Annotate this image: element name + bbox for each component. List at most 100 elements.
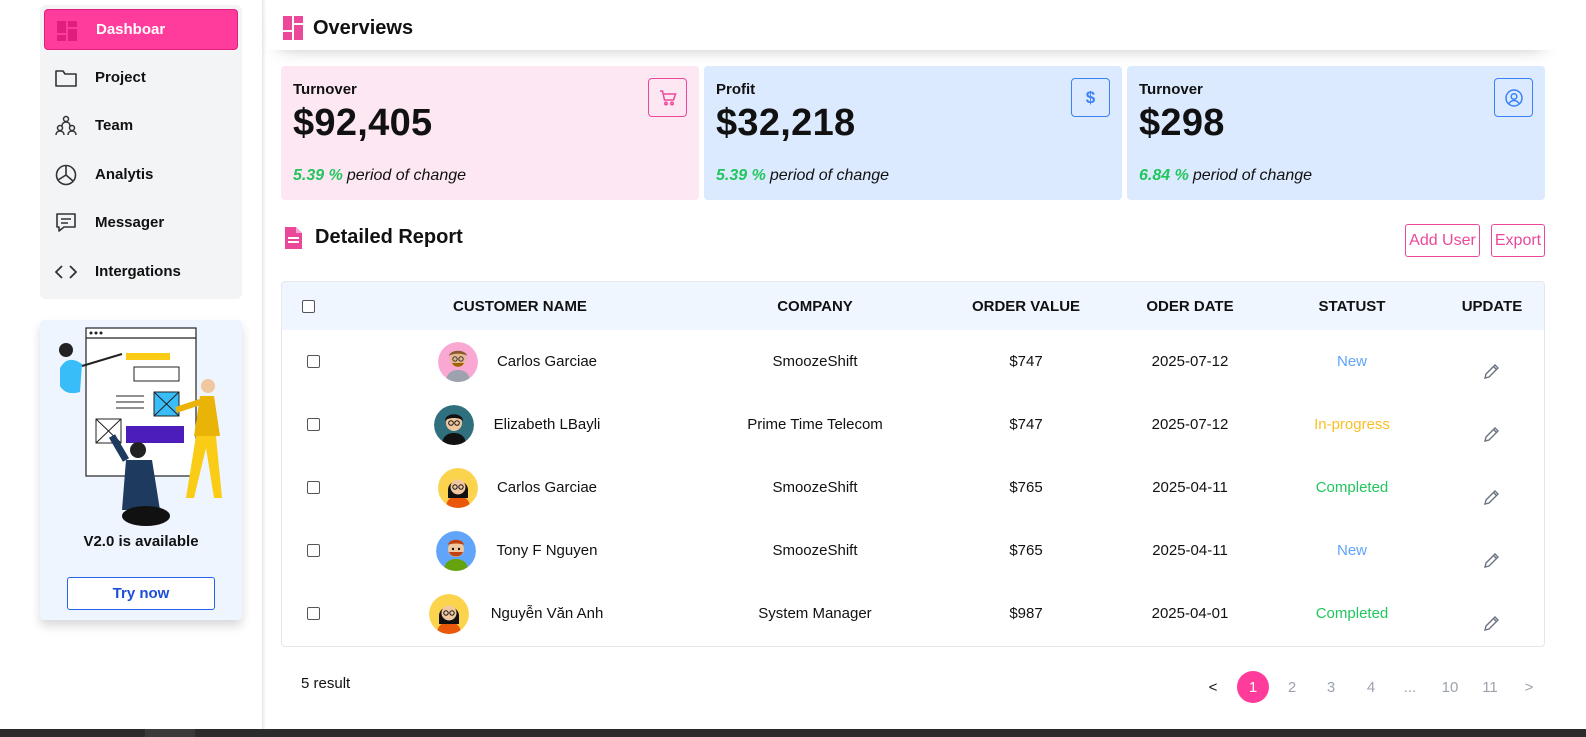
pagination-page-3[interactable]: 3 xyxy=(1321,671,1341,703)
pagination-page-10[interactable]: 10 xyxy=(1438,671,1462,703)
order-value: $765 xyxy=(1009,479,1043,496)
avatar xyxy=(438,330,478,393)
report-title: Detailed Report xyxy=(315,226,463,248)
sidebar-item-team[interactable]: Team xyxy=(44,105,238,146)
add-user-button[interactable]: Add User xyxy=(1405,224,1480,257)
document-icon xyxy=(285,226,302,249)
order-value: $747 xyxy=(1009,416,1043,433)
overview-header: Overviews xyxy=(283,16,413,40)
upgrade-promo: V2.0 is available Try now xyxy=(40,320,242,620)
sidebar-item-project[interactable]: Project xyxy=(44,57,238,98)
dollar-icon[interactable]: $ xyxy=(1071,78,1110,117)
pencil-icon xyxy=(1484,615,1499,631)
table-row: Elizabeth LBayli Prime Time Telecom $747… xyxy=(282,393,1544,456)
avatar xyxy=(436,519,476,582)
overview-title: Overviews xyxy=(313,16,414,39)
order-date: 2025-04-11 xyxy=(1152,542,1228,559)
try-now-button[interactable]: Try now xyxy=(67,577,215,610)
col-order-value[interactable]: ORDER VALUE xyxy=(946,282,1106,330)
user-circle-icon[interactable] xyxy=(1494,78,1533,117)
pagination-next[interactable]: > xyxy=(1519,671,1539,703)
customer-name: Elizabeth LBayli xyxy=(493,416,601,433)
folder-icon xyxy=(54,66,78,90)
edit-button[interactable] xyxy=(1442,519,1542,582)
stat-label: Profit xyxy=(716,81,756,98)
pencil-icon xyxy=(1484,489,1499,505)
col-order-date[interactable]: ODER DATE xyxy=(1120,282,1260,330)
status-badge: In-progress xyxy=(1314,416,1390,433)
pagination-page-11[interactable]: 11 xyxy=(1478,671,1502,703)
edit-button[interactable] xyxy=(1442,582,1542,645)
stat-change-pct: 5.39 % xyxy=(716,167,766,184)
sidebar-item-label: Team xyxy=(95,117,134,134)
result-count: 5 result xyxy=(301,675,351,692)
row-checkbox[interactable] xyxy=(306,544,320,557)
row-checkbox-cell xyxy=(306,456,320,519)
table-header: CUSTOMER NAME COMPANY ORDER VALUE ODER D… xyxy=(282,282,1544,330)
row-checkbox[interactable] xyxy=(306,607,320,620)
sidebar-item-integrations[interactable]: Intergations xyxy=(44,251,238,292)
stat-change-pct: 5.39 % xyxy=(293,167,343,184)
avatar xyxy=(438,456,478,519)
company: Prime Time Telecom xyxy=(747,416,883,433)
stat-change: 5.39 % period of change xyxy=(293,167,466,185)
customer-name: Carlos Garciae xyxy=(496,353,598,370)
cart-icon[interactable] xyxy=(648,78,687,117)
stat-card-profit: Profit $32,218 5.39 % period of change $ xyxy=(704,66,1122,200)
pie-chart-icon xyxy=(54,163,78,187)
sidebar-item-label: Project xyxy=(95,69,146,86)
header-bar xyxy=(266,0,1556,50)
edit-button[interactable] xyxy=(1442,456,1542,519)
stat-card-turnover-2: Turnover $298 6.84 % period of change xyxy=(1127,66,1545,200)
customer-name: Carlos Garciae xyxy=(496,479,598,496)
pagination-page-4[interactable]: 4 xyxy=(1361,671,1381,703)
company: SmoozeShift xyxy=(772,353,858,370)
promo-illustration xyxy=(59,327,222,526)
sidebar-nav: Dashboar Project Team Analytis Messager xyxy=(40,5,242,299)
row-checkbox-cell xyxy=(306,393,320,456)
taskbar-strip xyxy=(0,729,1586,737)
customer-name: Nguyễn Văn Anh xyxy=(490,605,604,622)
pagination-page-1[interactable]: 1 xyxy=(1237,671,1269,703)
team-icon xyxy=(54,114,78,138)
stat-change-text: period of change xyxy=(1192,167,1313,184)
report-header: Detailed Report xyxy=(285,226,463,249)
row-checkbox-cell xyxy=(306,582,320,645)
col-company[interactable]: COMPANY xyxy=(715,282,915,330)
stat-value: $92,405 xyxy=(293,102,433,144)
pagination-ellipsis: ... xyxy=(1403,678,1417,696)
edit-button[interactable] xyxy=(1442,330,1542,393)
pagination-prev[interactable]: < xyxy=(1203,671,1223,703)
col-status[interactable]: STATUST xyxy=(1292,282,1412,330)
stat-label: Turnover xyxy=(293,81,357,98)
pagination-page-2[interactable]: 2 xyxy=(1282,671,1302,703)
order-date: 2025-04-11 xyxy=(1152,479,1228,496)
select-all-checkbox[interactable] xyxy=(302,299,315,313)
sidebar-item-analytics[interactable]: Analytis xyxy=(44,154,238,195)
table-row: Tony F Nguyen SmoozeShift $765 2025-04-1… xyxy=(282,519,1544,582)
row-checkbox[interactable] xyxy=(306,355,320,368)
message-icon xyxy=(54,211,78,235)
sidebar-item-dashboard[interactable]: Dashboar xyxy=(44,9,238,50)
status-badge: Completed xyxy=(1315,605,1389,622)
export-button[interactable]: Export xyxy=(1491,224,1545,257)
col-customer-name[interactable]: CUSTOMER NAME xyxy=(420,282,620,330)
stat-change: 5.39 % period of change xyxy=(716,167,889,185)
sidebar-item-label: Analytis xyxy=(95,166,154,183)
table-row: Carlos Garciae SmoozeShift $765 2025-04-… xyxy=(282,456,1544,519)
scrollbar[interactable] xyxy=(1556,0,1586,737)
avatar xyxy=(434,393,474,456)
stat-change-pct: 6.84 % xyxy=(1139,167,1189,184)
row-checkbox[interactable] xyxy=(306,481,320,494)
main-content: Overviews Turnover $92,405 5.39 % period … xyxy=(266,0,1556,737)
table-row: Nguyễn Văn Anh System Manager $987 2025-… xyxy=(282,582,1544,645)
stat-value: $298 xyxy=(1139,102,1225,144)
order-date: 2025-07-12 xyxy=(1151,353,1229,370)
sidebar-item-messager[interactable]: Messager xyxy=(44,202,238,243)
status-badge: New xyxy=(1336,353,1367,370)
edit-button[interactable] xyxy=(1442,393,1542,456)
sidebar: Dashboar Project Team Analytis Messager xyxy=(0,0,262,737)
row-checkbox[interactable] xyxy=(306,418,320,431)
promo-title: V2.0 is available xyxy=(83,533,199,550)
row-checkbox-cell xyxy=(306,330,320,393)
